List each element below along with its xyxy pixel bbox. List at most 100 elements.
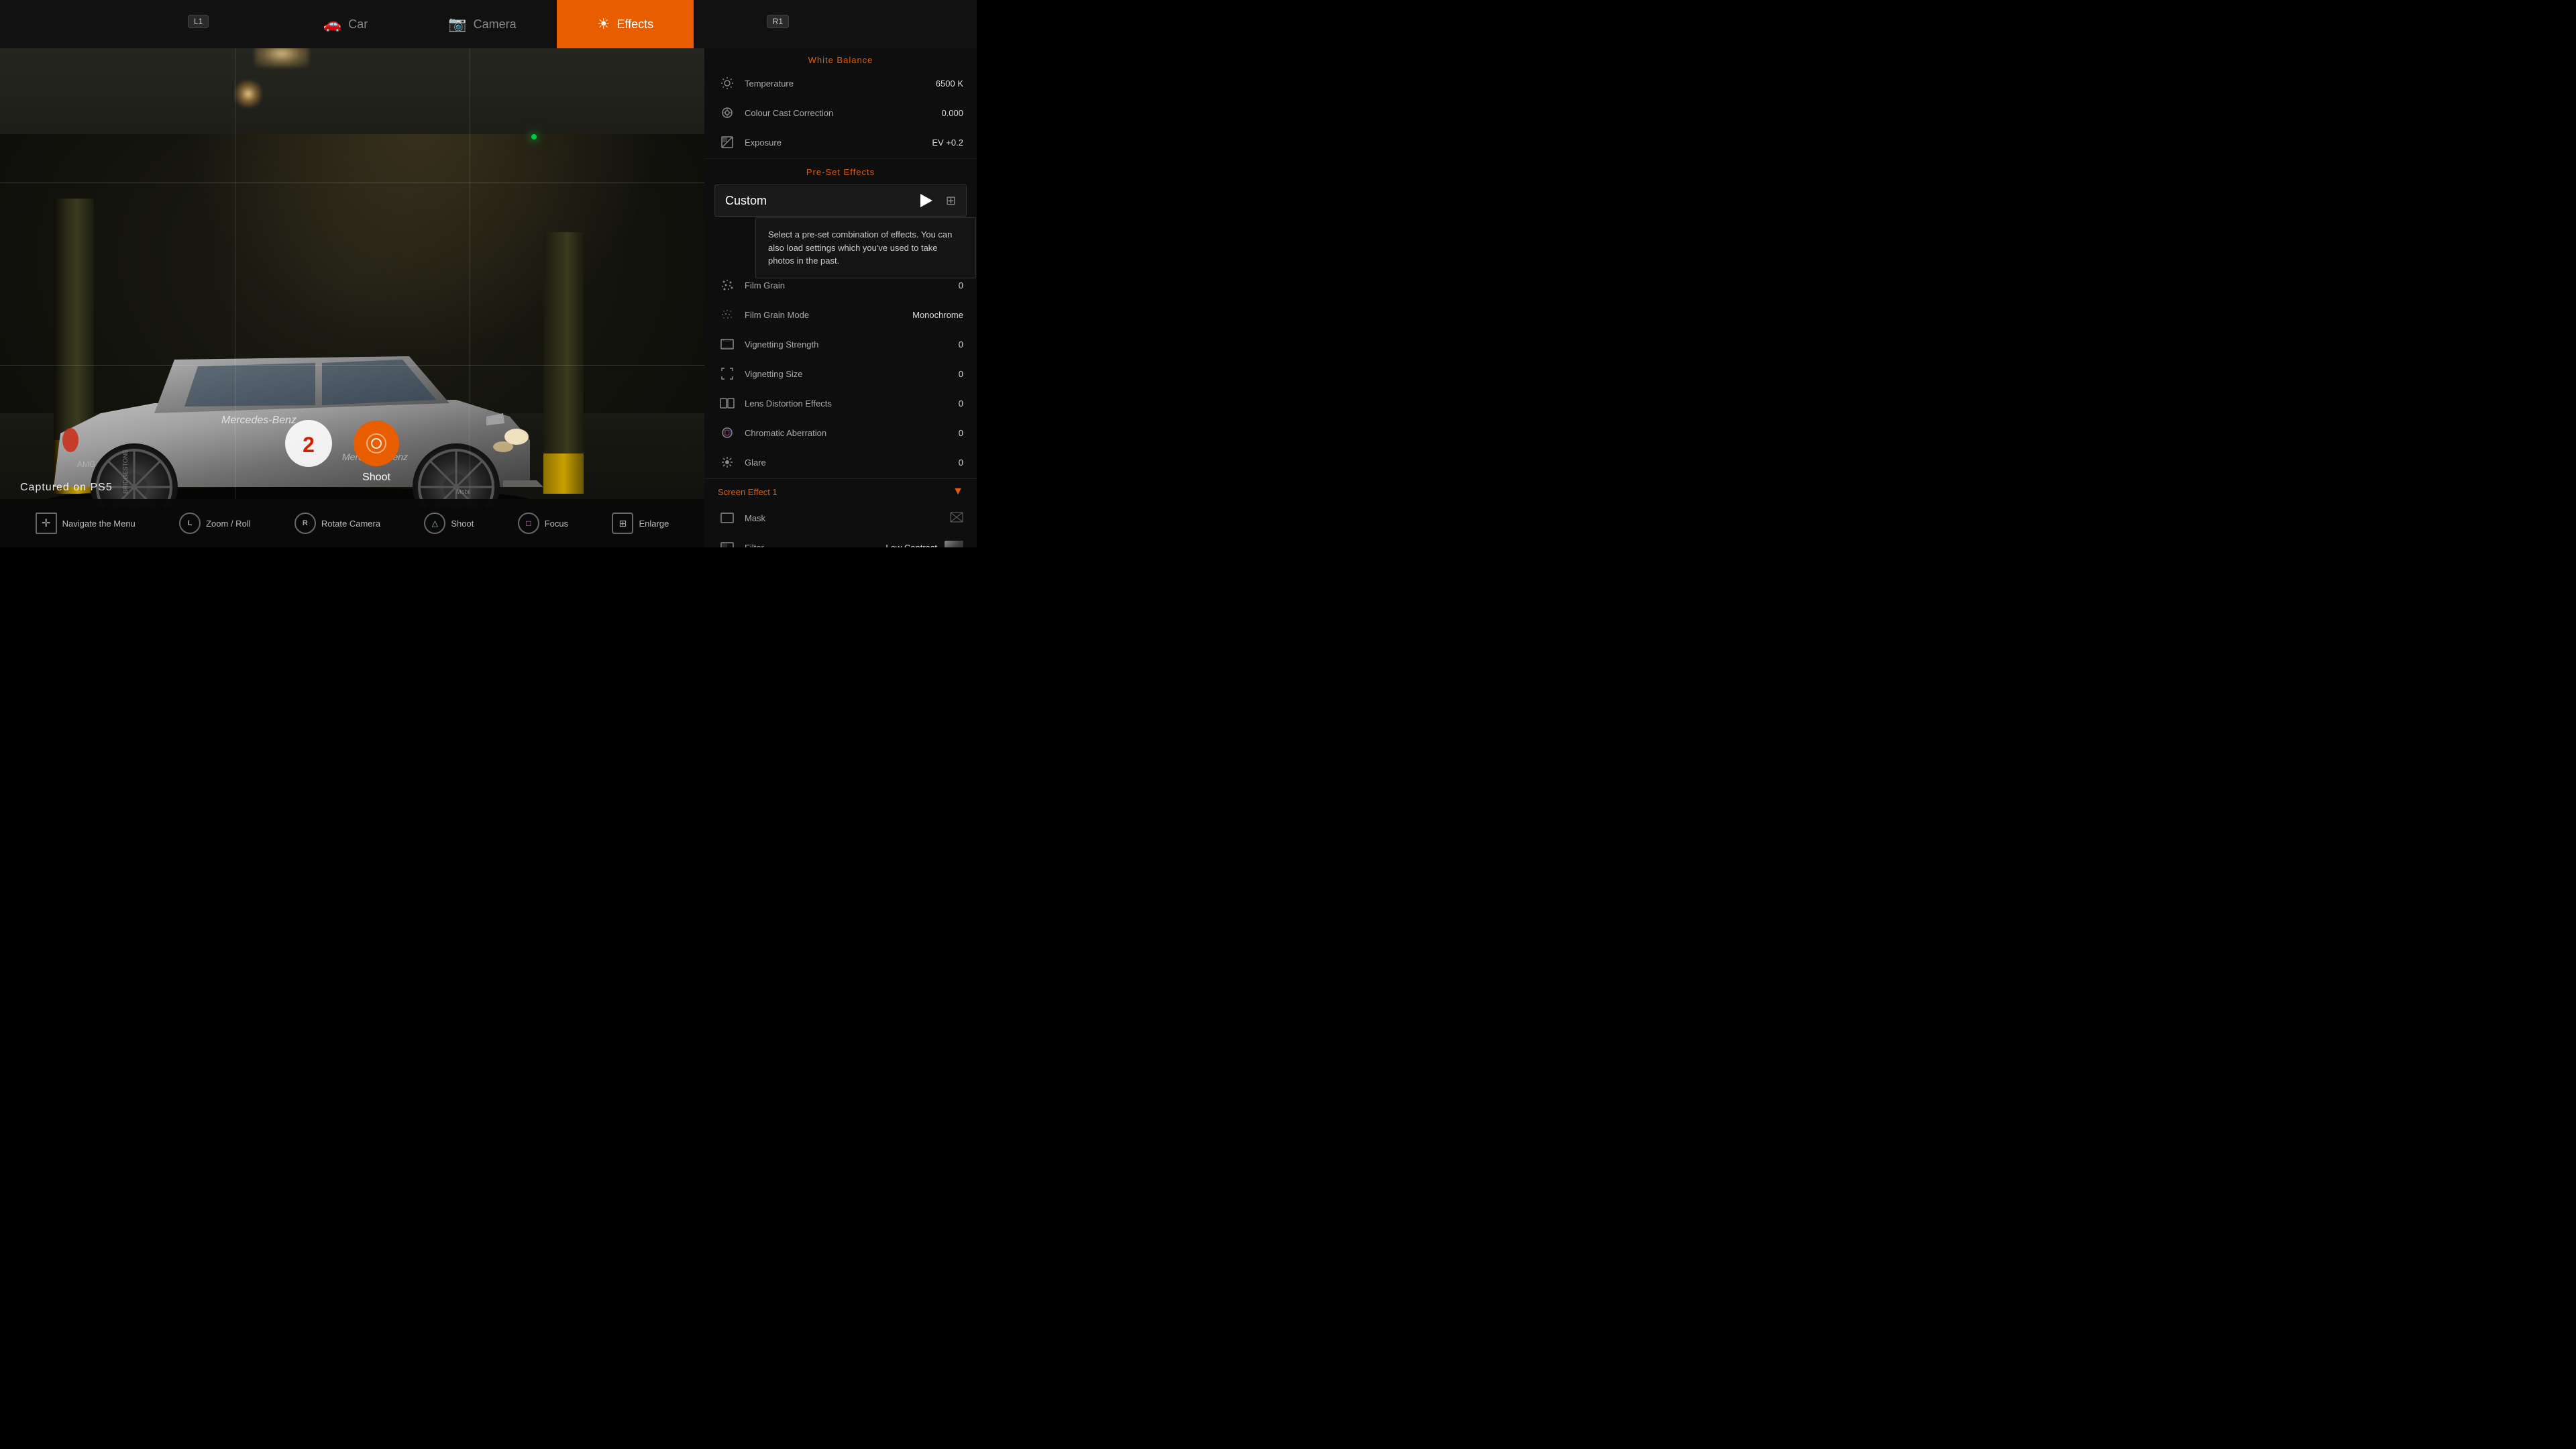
filter-value-text: Low Contrast: [885, 543, 937, 548]
svg-text:BRIDGESTONE: BRIDGESTONE: [122, 450, 129, 494]
divider-2: [704, 478, 977, 479]
tab-effects-label: Effects: [616, 17, 653, 32]
exposure-row[interactable]: Exposure EV +0.2: [704, 127, 977, 157]
game-viewport: 2 Mercedes-Benz Mercedes-Benz AMG BRIDGE…: [0, 0, 704, 547]
l-button-icon: L: [179, 513, 201, 534]
filter-row[interactable]: Filter Low Contrast: [704, 533, 977, 547]
vignetting-strength-icon: [718, 335, 737, 354]
l1-trigger[interactable]: L1: [188, 15, 209, 28]
vignetting-strength-value: 0: [959, 339, 963, 350]
filter-label: Filter: [745, 543, 885, 548]
temperature-label: Temperature: [745, 78, 936, 89]
tab-car-label: Car: [348, 17, 368, 32]
right-settings-panel: White Balance Temperature 6500 K: [704, 0, 977, 547]
tab-effects[interactable]: ☀ Effects: [557, 0, 694, 48]
colour-cast-row[interactable]: Colour Cast Correction 0.000: [704, 98, 977, 127]
filter-value: Low Contrast: [885, 541, 963, 547]
lens-distortion-icon: [718, 394, 737, 413]
screen-effect-label: Screen Effect 1: [718, 487, 953, 497]
divider-1: [704, 158, 977, 159]
traffic-light: [531, 134, 537, 140]
cursor-arrow: [920, 194, 932, 207]
tooltip-text: Select a pre-set combination of effects.…: [768, 229, 952, 266]
white-balance-section: White Balance: [704, 48, 977, 68]
film-grain-icon: [718, 276, 737, 294]
captured-text: Captured on PS5: [20, 482, 113, 494]
film-grain-mode-value: Monochrome: [912, 310, 963, 320]
focus-control: □ Focus: [518, 513, 568, 534]
dpad-icon: ✛: [36, 513, 57, 534]
shoot-control: △ Shoot: [424, 513, 474, 534]
shoot-circle-icon: [354, 421, 399, 466]
camera-icon: 📷: [448, 15, 466, 33]
mask-icon: [718, 508, 737, 527]
navigate-label: Navigate the Menu: [62, 519, 136, 529]
focus-label: Focus: [545, 519, 568, 529]
mask-label: Mask: [745, 513, 950, 523]
car-icon: 🚗: [323, 15, 341, 33]
lens-distortion-label: Lens Distortion Effects: [745, 398, 959, 409]
triangle-icon: △: [424, 513, 445, 534]
glare-value: 0: [959, 458, 963, 468]
top-navigation: L1 🚗 Car 📷 Camera ☀ Effects R1: [0, 0, 977, 48]
film-grain-mode-icon: [718, 305, 737, 324]
preset-effects-section: Pre-Set Effects: [704, 160, 977, 180]
background-light: [235, 80, 262, 107]
film-grain-mode-row[interactable]: Film Grain Mode Monochrome: [704, 300, 977, 329]
chromatic-aberration-row[interactable]: Chromatic Aberration 0: [704, 418, 977, 447]
svg-text:Mercedes-Benz: Mercedes-Benz: [221, 415, 297, 426]
exposure-label: Exposure: [745, 138, 932, 148]
glare-icon: [718, 453, 737, 472]
vignetting-size-row[interactable]: Vignetting Size 0: [704, 359, 977, 388]
chromatic-aberration-icon: [718, 423, 737, 442]
tab-camera-label: Camera: [474, 17, 517, 32]
svg-text:2: 2: [303, 433, 315, 457]
shoot-label: Shoot: [362, 472, 390, 484]
enlarge-label: Enlarge: [639, 519, 669, 529]
effects-icon: ☀: [597, 15, 610, 33]
preset-tooltip: Select a pre-set combination of effects.…: [755, 217, 976, 278]
chromatic-aberration-label: Chromatic Aberration: [745, 428, 959, 438]
square-icon: □: [518, 513, 539, 534]
shoot-ctrl-label: Shoot: [451, 519, 474, 529]
vignetting-size-icon: [718, 364, 737, 383]
enlarge-control: ⊞ Enlarge: [612, 513, 669, 534]
preset-selected-label: Custom: [725, 194, 946, 208]
rotate-label: Rotate Camera: [321, 519, 380, 529]
lens-distortion-value: 0: [959, 398, 963, 409]
film-grain-mode-label: Film Grain Mode: [745, 310, 912, 320]
temperature-value: 6500 K: [936, 78, 963, 89]
glare-row[interactable]: Glare 0: [704, 447, 977, 477]
vignetting-strength-row[interactable]: Vignetting Strength 0: [704, 329, 977, 359]
filter-icon: [718, 538, 737, 547]
filter-preview: [945, 541, 963, 547]
chromatic-aberration-value: 0: [959, 428, 963, 438]
glare-label: Glare: [745, 458, 959, 468]
grid-icon: ⊞: [612, 513, 633, 534]
vignetting-strength-label: Vignetting Strength: [745, 339, 959, 350]
tab-camera[interactable]: 📷 Camera: [408, 0, 556, 48]
bottom-control-bar: ✛ Navigate the Menu L Zoom / Roll R Rota…: [0, 499, 704, 547]
navigate-control: ✛ Navigate the Menu: [36, 513, 136, 534]
film-grain-label: Film Grain: [745, 280, 959, 290]
r1-trigger[interactable]: R1: [767, 15, 789, 28]
preset-grid-icon: ⊞: [946, 194, 956, 208]
temperature-row[interactable]: Temperature 6500 K: [704, 68, 977, 98]
shoot-button[interactable]: Shoot: [354, 421, 399, 484]
screen-effect-collapse-icon: ▼: [953, 486, 963, 498]
zoom-control: L Zoom / Roll: [179, 513, 250, 534]
svg-text:AMG: AMG: [77, 460, 95, 469]
preset-dropdown[interactable]: Custom ⊞ Select a pre-set combination of…: [714, 184, 967, 217]
temperature-icon: [718, 74, 737, 93]
mask-row[interactable]: Mask: [704, 503, 977, 533]
lens-distortion-row[interactable]: Lens Distortion Effects 0: [704, 388, 977, 418]
film-grain-value: 0: [959, 280, 963, 290]
zoom-label: Zoom / Roll: [206, 519, 250, 529]
vignetting-size-value: 0: [959, 369, 963, 379]
colour-cast-icon: [718, 103, 737, 122]
rotate-control: R Rotate Camera: [294, 513, 380, 534]
screen-effect-header[interactable]: Screen Effect 1 ▼: [704, 480, 977, 503]
tab-car[interactable]: 🚗 Car: [283, 0, 408, 48]
r-button-icon: R: [294, 513, 316, 534]
colour-cast-label: Colour Cast Correction: [745, 108, 941, 118]
